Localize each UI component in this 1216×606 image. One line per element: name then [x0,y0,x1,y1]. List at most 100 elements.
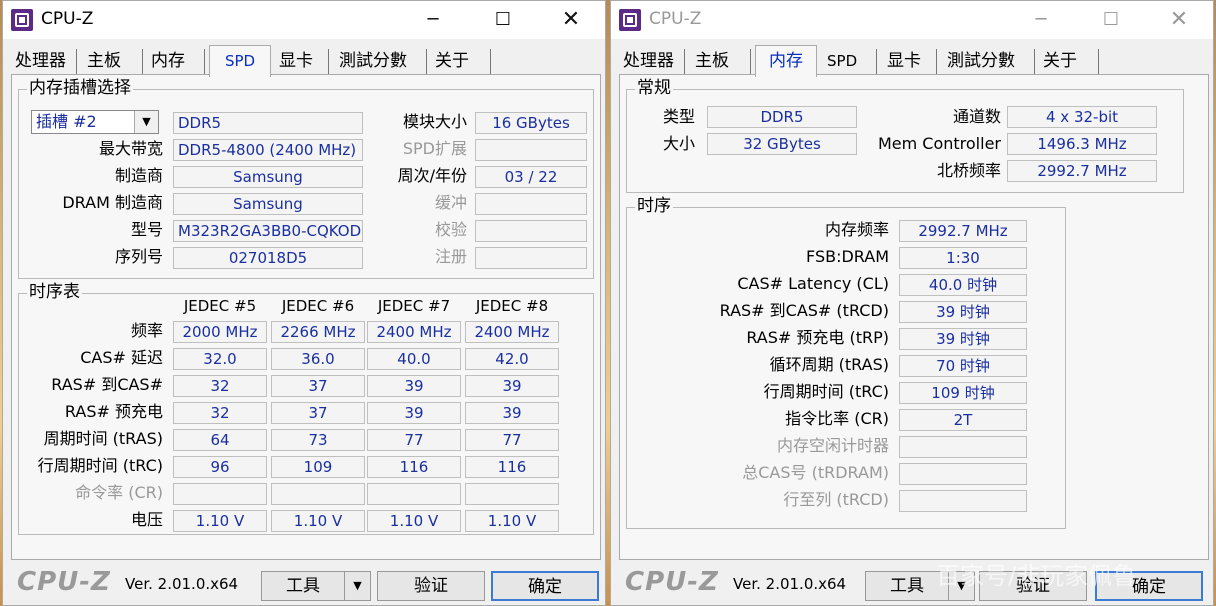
maximize-icon[interactable]: ☐ [491,7,515,33]
timing-cell: 39 [465,375,559,397]
timing-label: FSB:DRAM [806,247,889,266]
tab-about[interactable]: 关于 [431,49,491,75]
ok-button[interactable]: 确定 [491,571,599,601]
timing-row-label: RAS# 到CAS# [51,375,163,394]
timing-cell: 1.10 V [465,510,559,532]
spd-ext [475,139,587,161]
memory-panel: 常规 类型 DDR5 大小 32 GBytes 通道数 4 x 32-bit M… [619,74,1209,560]
cpuz-app-icon [11,9,33,31]
spd-panel: 内存插槽选择 插槽 #2 ▼ DDR5 最大带宽 DDR5-4800 (2400… [11,74,601,560]
timing-cell: 109 [271,456,365,478]
nb-frequency: 2992.7 MHz [1007,160,1157,182]
max-bandwidth: DDR5-4800 (2400 MHz) [173,139,363,161]
tab-cpu[interactable]: 处理器 [619,49,685,75]
tab-graphics[interactable]: 显卡 [883,49,937,75]
tools-label: 工具 [890,576,924,596]
timing-cell: 2400 MHz [367,321,461,343]
minimize-icon[interactable]: ─ [1029,7,1053,33]
timing-label: 内存频率 [824,220,889,239]
timing-column-header: JEDEC #5 [183,297,257,315]
slot-select[interactable]: 插槽 #2 ▼ [31,110,159,134]
timing-cell: 116 [367,456,461,478]
chevron-down-icon[interactable]: ▼ [134,111,158,133]
serial-number-label: 序列号 [114,247,163,266]
timing-row-label: 周期时间 (tRAS) [43,429,163,448]
maximize-icon[interactable]: ☐ [1099,7,1123,33]
timing-column-header: JEDEC #7 [377,297,451,315]
dram-manufacturer: Samsung [173,193,363,215]
max-bandwidth-label: 最大带宽 [98,139,163,158]
timing-label: 内存空闲计时器 [776,436,889,455]
tab-spd[interactable]: SPD [209,45,271,77]
timing-cell: 77 [465,429,559,451]
timing-cell: 32.0 [173,348,267,370]
timing-cell: 77 [367,429,461,451]
title-bar[interactable]: CPU-Z ─ ☐ ✕ [3,1,605,39]
timing-row-label: 命令率 (CR) [75,483,163,502]
tab-cpu[interactable]: 处理器 [11,49,77,75]
timing-value: 39 时钟 [899,328,1027,350]
timing-cell: 32 [173,375,267,397]
timing-cell: 2266 MHz [271,321,365,343]
timing-label: 总CAS号 (tRDRAM) [742,463,889,482]
timing-value: 2992.7 MHz [899,220,1027,242]
timing-cell: 2000 MHz [173,321,267,343]
tab-bench[interactable]: 測試分數 [943,49,1035,75]
version-label: Ver. 2.01.0.x64 [733,575,847,593]
timing-column-header: JEDEC #8 [475,297,549,315]
timing-label: RAS# 到CAS# (tRCD) [719,301,889,320]
tools-button[interactable]: 工具 ▼ [261,571,371,601]
timing-row-label: 频率 [130,321,163,340]
tab-graphics[interactable]: 显卡 [275,49,329,75]
close-icon[interactable]: ✕ [559,7,583,33]
timing-cell [465,483,559,505]
channels: 4 x 32-bit [1007,106,1157,128]
validate-button[interactable]: 验证 [377,571,485,601]
timing-cell: 116 [465,456,559,478]
timing-label: 行至列 (tRCD) [783,490,889,509]
memory-type: DDR5 [173,112,363,134]
manufacturer: Samsung [173,166,363,188]
tab-spd[interactable]: SPD [823,49,877,75]
mem-controller-label: Mem Controller [877,134,1001,153]
tools-label: 工具 [286,576,320,596]
timing-value: 39 时钟 [899,301,1027,323]
group-title: 内存插槽选择 [27,78,133,98]
group-title: 时序表 [27,282,82,302]
correction-label: 注册 [434,247,467,266]
timing-cell: 73 [271,429,365,451]
type-label: 类型 [662,107,695,126]
timing-cell: 39 [465,402,559,424]
timing-row-label: CAS# 延迟 [80,348,163,367]
timing-cell: 37 [271,375,365,397]
watermark: 百家号/非玩家佩鲁 [936,562,1137,590]
timing-value [899,463,1027,485]
timing-table-group: 时序表 JEDEC #5 JEDEC #6 JEDEC #7 JEDEC #8 频率 20… [18,282,594,535]
tab-memory[interactable]: 内存 [755,45,817,77]
chevron-down-icon[interactable]: ▼ [344,572,370,600]
cpuz-app-icon [619,9,641,31]
timing-cell: 37 [271,402,365,424]
version-label: Ver. 2.01.0.x64 [125,575,239,593]
close-icon[interactable]: ✕ [1167,7,1191,33]
timing-cell: 39 [367,402,461,424]
timing-cell: 42.0 [465,348,559,370]
serial-number: 027018D5 [173,247,363,269]
timing-cell [271,483,365,505]
tab-mainboard[interactable]: 主板 [83,49,143,75]
tab-bench[interactable]: 測試分數 [335,49,427,75]
tab-memory[interactable]: 内存 [147,49,205,75]
minimize-icon[interactable]: ─ [421,7,445,33]
timing-value: 2T [899,409,1027,431]
week-year: 03 / 22 [475,166,587,188]
timing-value: 70 时钟 [899,355,1027,377]
registered [475,220,587,242]
tab-about[interactable]: 关于 [1039,49,1099,75]
tab-mainboard[interactable]: 主板 [691,49,751,75]
part-number-label: 型号 [130,220,163,239]
timing-label: CAS# Latency (CL) [737,274,889,293]
timing-cell: 1.10 V [271,510,365,532]
spd-ext-label: SPD扩展 [402,139,467,158]
title-bar[interactable]: CPU-Z ─ ☐ ✕ [611,1,1213,39]
timing-cell: 40.0 [367,348,461,370]
